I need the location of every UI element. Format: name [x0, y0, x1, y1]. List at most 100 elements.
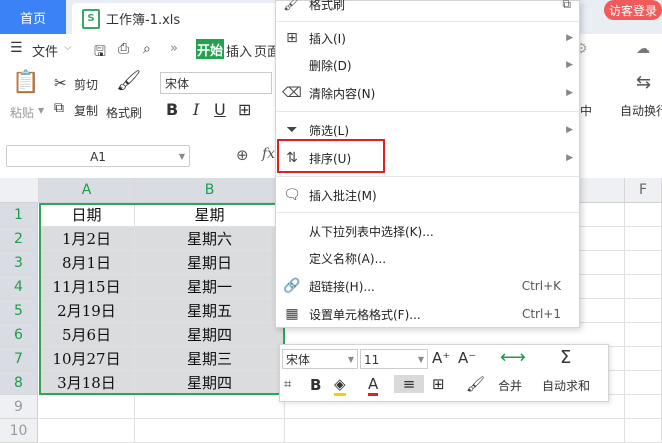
- menu-item-clear[interactable]: ⌫ 清除内容(N) ▶: [276, 80, 579, 106]
- guest-login-button[interactable]: 访客登录: [604, 0, 662, 20]
- sigma-icon[interactable]: Σ: [560, 347, 571, 368]
- border-icon[interactable]: ⊞: [238, 100, 251, 119]
- grid-cell[interactable]: [625, 395, 662, 419]
- tab-insert[interactable]: 插入: [226, 41, 252, 60]
- grid-cell[interactable]: [135, 395, 285, 419]
- grid-cell[interactable]: 11月15日: [39, 275, 135, 299]
- mini-size-select[interactable]: 11 ▼: [360, 349, 428, 369]
- grid-cell[interactable]: 8月1日: [39, 251, 135, 275]
- menu-item-insert[interactable]: ⊞ 插入(I) ▶: [276, 25, 579, 51]
- grid-cell[interactable]: [625, 347, 662, 371]
- row-header[interactable]: 4: [0, 275, 38, 299]
- menu-item-pick-from-list[interactable]: 从下拉列表中选择(K)...: [276, 218, 579, 244]
- save-icon[interactable]: 🖫: [94, 41, 106, 65]
- print-preview-icon[interactable]: ⌕: [143, 41, 151, 57]
- font-color-icon[interactable]: A: [368, 375, 379, 396]
- grid-cell[interactable]: [625, 371, 662, 395]
- grid-cell[interactable]: [625, 227, 662, 251]
- merge-icon[interactable]: ⟷: [500, 347, 526, 368]
- menu-item-hyperlink[interactable]: 🔗 超链接(H)... Ctrl+K: [276, 273, 579, 299]
- font-shrink-icon[interactable]: A⁻: [458, 349, 476, 367]
- format-icon[interactable]: ⌗: [284, 377, 291, 392]
- fill-color-icon[interactable]: ◈: [334, 375, 346, 396]
- print-icon[interactable]: ⎙: [118, 41, 129, 57]
- menu-item-format-painter[interactable]: 🖌 格式刷 ⧉: [276, 0, 579, 17]
- column-header-f[interactable]: F: [625, 178, 662, 203]
- brush-icon[interactable]: 🖌: [116, 68, 141, 92]
- grid-cell[interactable]: 星期日: [135, 251, 285, 275]
- grid-cell[interactable]: [39, 419, 135, 443]
- grid-cell[interactable]: 星期: [135, 203, 285, 227]
- tab-workbook[interactable]: S 工作簿-1.xls: [72, 3, 277, 34]
- name-box[interactable]: A1 ▼: [6, 145, 190, 167]
- align-icon[interactable]: ≡: [394, 375, 424, 393]
- grid-cell[interactable]: 日期: [39, 203, 135, 227]
- font-grow-icon[interactable]: A⁺: [432, 349, 450, 367]
- brush-icon[interactable]: 🖌: [466, 375, 485, 393]
- wrap-text-icon[interactable]: ⇆: [636, 72, 651, 93]
- grid-cell[interactable]: [625, 323, 662, 347]
- mini-bold-button[interactable]: B: [310, 376, 321, 394]
- select-all-corner[interactable]: [0, 178, 39, 203]
- bold-button[interactable]: B: [166, 100, 178, 119]
- grid-cell[interactable]: 星期三: [135, 347, 285, 371]
- grid-cell[interactable]: [625, 251, 662, 275]
- row-header[interactable]: 1: [0, 203, 38, 227]
- chevron-down-icon[interactable]: ▼: [38, 106, 44, 115]
- row-header[interactable]: 9: [0, 395, 38, 419]
- more-icon[interactable]: »: [170, 41, 178, 56]
- menu-item-define-name[interactable]: 定义名称(A)...: [276, 245, 579, 271]
- cut-button[interactable]: 剪切: [74, 76, 98, 93]
- grid-cell[interactable]: [39, 395, 135, 419]
- font-select[interactable]: 宋体: [160, 72, 272, 94]
- row-header[interactable]: 8: [0, 371, 38, 395]
- grid-cell[interactable]: 星期四: [135, 323, 285, 347]
- menu-item-insert-comment[interactable]: 🗨 插入批注(M): [276, 182, 579, 208]
- chevron-down-icon[interactable]: ⌵: [64, 42, 72, 53]
- grid-cell[interactable]: [285, 419, 625, 443]
- cloud-icon[interactable]: ☁: [636, 41, 650, 57]
- row-header[interactable]: 7: [0, 347, 38, 371]
- zoom-icon[interactable]: ⊕: [236, 146, 249, 164]
- copy-button[interactable]: 复制: [74, 102, 98, 119]
- row-header[interactable]: 6: [0, 323, 38, 347]
- copy-icon[interactable]: ⧉: [54, 100, 64, 116]
- row-header[interactable]: 5: [0, 299, 38, 323]
- row-header[interactable]: 3: [0, 251, 38, 275]
- hamburger-icon[interactable]: ☰: [10, 40, 23, 56]
- autosum-button[interactable]: 自动求和: [542, 377, 590, 394]
- border-icon[interactable]: ⊞: [432, 375, 445, 393]
- italic-button[interactable]: I: [193, 100, 199, 119]
- grid-cell[interactable]: 星期五: [135, 299, 285, 323]
- grid-cell[interactable]: [135, 419, 285, 443]
- row-header[interactable]: 2: [0, 227, 38, 251]
- grid-cell[interactable]: 3月18日: [39, 371, 135, 395]
- auto-wrap-button[interactable]: 自动换行: [620, 102, 662, 119]
- format-painter-button[interactable]: 格式刷: [106, 104, 142, 121]
- scissors-icon[interactable]: ✂: [54, 74, 67, 92]
- menu-file[interactable]: 文件: [32, 41, 58, 60]
- grid-cell[interactable]: 星期六: [135, 227, 285, 251]
- column-header-b[interactable]: B: [135, 178, 285, 203]
- grid-cell[interactable]: 星期一: [135, 275, 285, 299]
- grid-cell[interactable]: 2月19日: [39, 299, 135, 323]
- grid-cell[interactable]: [625, 203, 662, 227]
- mini-font-select[interactable]: 宋体 ▼: [282, 349, 358, 369]
- paste-icon[interactable]: 📋: [12, 70, 39, 95]
- grid-cell[interactable]: 10月27日: [39, 347, 135, 371]
- grid-cell[interactable]: 5月6日: [39, 323, 135, 347]
- menu-item-format-cells[interactable]: ▦ 设置单元格格式(F)... Ctrl+1: [276, 301, 579, 327]
- grid-cell[interactable]: [625, 419, 662, 443]
- grid-cell[interactable]: 星期四: [135, 371, 285, 395]
- chevron-down-icon[interactable]: ▼: [179, 146, 185, 168]
- grid-cell[interactable]: [625, 299, 662, 323]
- grid-cell[interactable]: [625, 275, 662, 299]
- row-header[interactable]: 10: [0, 419, 38, 443]
- paste-button[interactable]: 粘贴: [10, 104, 34, 121]
- underline-button[interactable]: U: [214, 100, 226, 119]
- tab-home[interactable]: 首页: [0, 0, 66, 34]
- column-header-a[interactable]: A: [39, 178, 135, 203]
- fx-icon[interactable]: fx: [262, 146, 275, 162]
- grid-cell[interactable]: 1月2日: [39, 227, 135, 251]
- merge-button[interactable]: 合并: [498, 377, 522, 394]
